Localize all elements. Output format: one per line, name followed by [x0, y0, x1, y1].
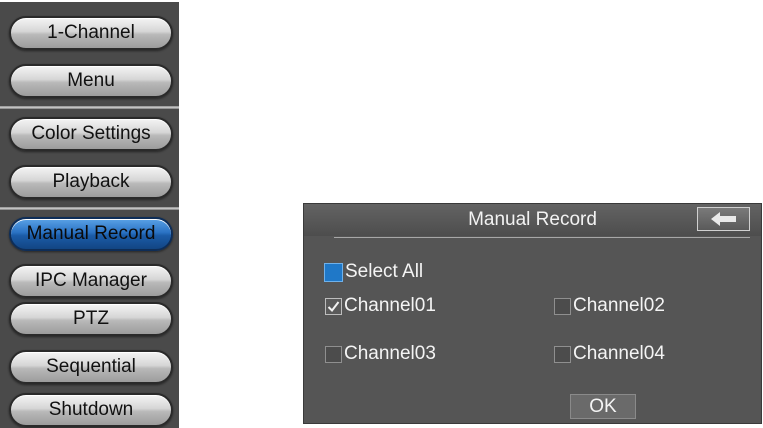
channel03-label: Channel03: [344, 343, 436, 364]
menu-item-shutdown[interactable]: Shutdown: [9, 393, 173, 427]
checkbox-box[interactable]: [554, 297, 571, 315]
channel02-checkbox[interactable]: Channel02: [554, 294, 665, 318]
select-all-checkbox[interactable]: Select All: [324, 260, 423, 284]
menu-item-color-settings[interactable]: Color Settings: [9, 117, 173, 151]
back-button[interactable]: [697, 207, 750, 231]
channel01-checkbox[interactable]: Channel01: [325, 294, 436, 318]
menu-item-manual-record[interactable]: Manual Record: [9, 217, 173, 251]
dialog-title: Manual Record: [468, 209, 597, 230]
channel03-checkbox[interactable]: Channel03: [325, 342, 436, 366]
menu-item-ptz[interactable]: PTZ: [9, 302, 173, 336]
menu-item-1-channel[interactable]: 1-Channel: [9, 16, 173, 50]
channel02-label: Channel02: [573, 295, 665, 316]
back-arrow-icon: [710, 212, 736, 226]
menu-item-menu[interactable]: Menu: [9, 64, 173, 98]
context-menu: 1-Channel Menu Color Settings Playback M…: [0, 2, 179, 428]
menu-separator: [0, 207, 179, 210]
channel04-checkbox[interactable]: Channel04: [554, 342, 665, 366]
checkbox-box[interactable]: [324, 262, 343, 282]
channel04-label: Channel04: [573, 343, 665, 364]
menu-item-playback[interactable]: Playback: [9, 165, 173, 199]
select-all-label: Select All: [345, 261, 424, 282]
menu-separator: [0, 106, 179, 109]
checkmark-icon: [327, 300, 340, 312]
checkbox-box[interactable]: [325, 345, 342, 363]
checkbox-box[interactable]: [325, 297, 342, 315]
header-divider: [334, 237, 750, 238]
menu-item-sequential[interactable]: Sequential: [9, 350, 173, 384]
checkbox-box[interactable]: [554, 345, 571, 363]
manual-record-dialog: Manual Record Select All Channel01 Chann…: [303, 203, 762, 424]
channel01-label: Channel01: [344, 295, 436, 316]
ok-button[interactable]: OK: [570, 394, 636, 419]
menu-item-ipc-manager[interactable]: IPC Manager: [9, 264, 173, 298]
